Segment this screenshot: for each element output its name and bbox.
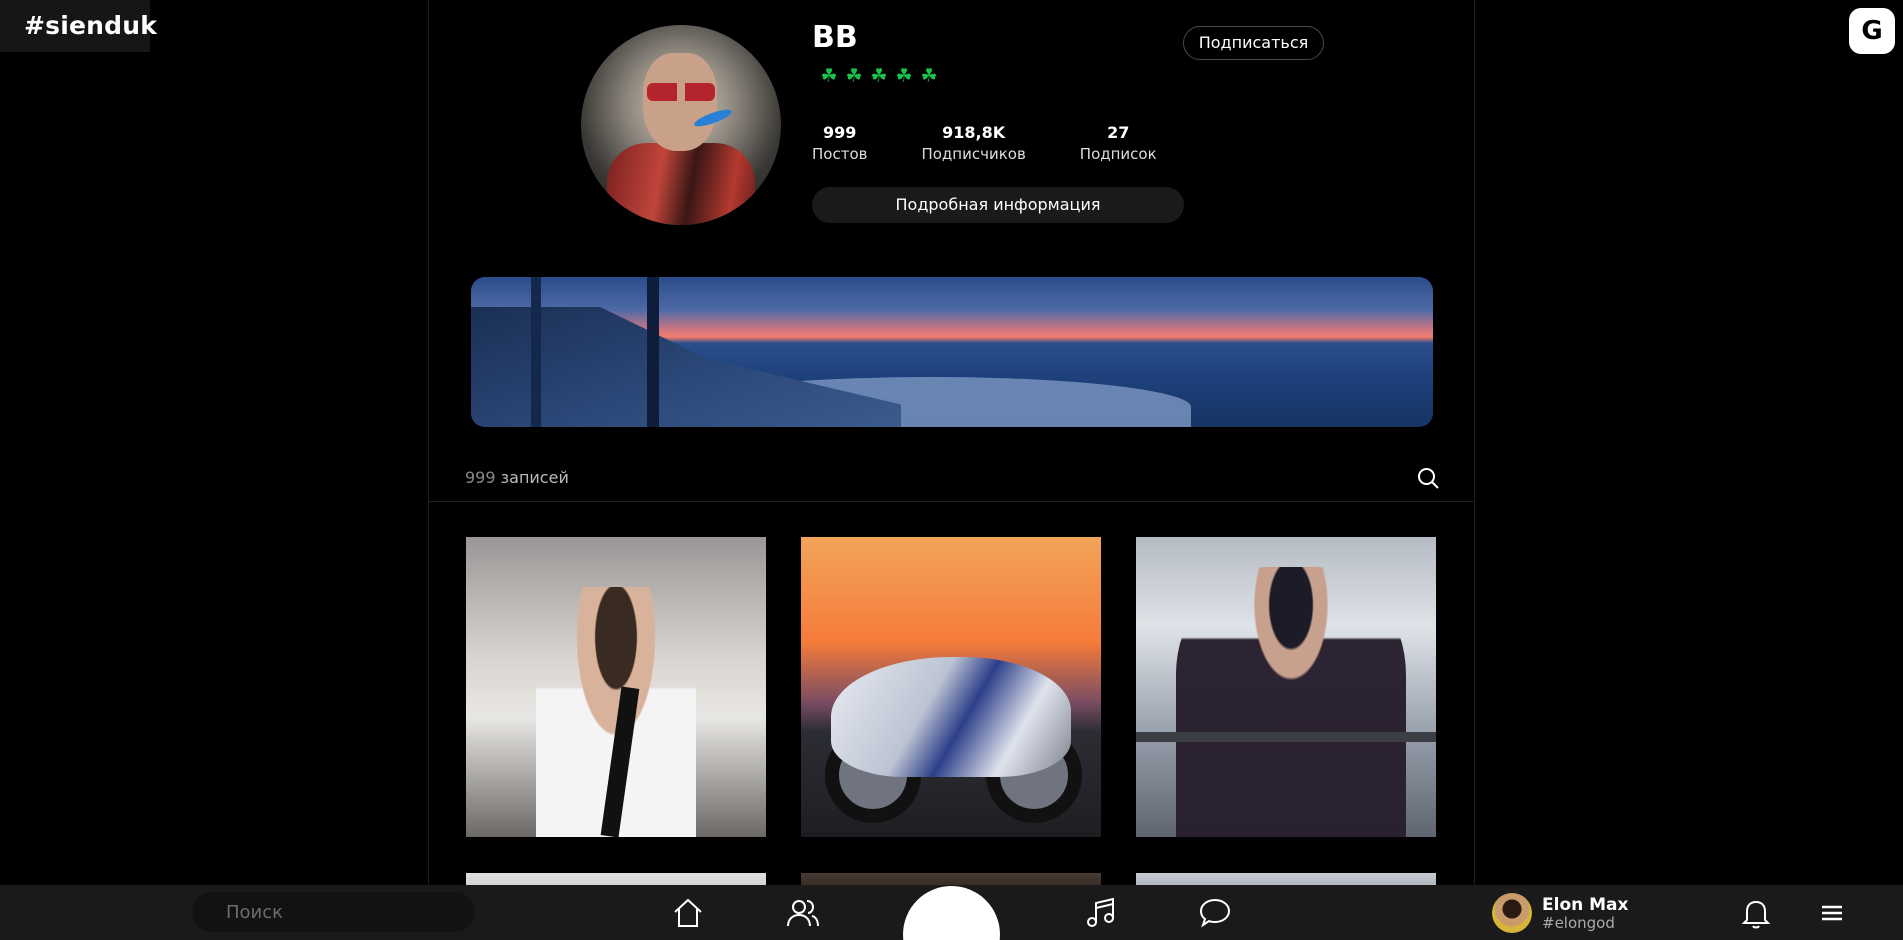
- friends-icon[interactable]: [786, 896, 820, 930]
- stat-value: 27: [1107, 123, 1130, 142]
- search-icon[interactable]: [1416, 466, 1440, 490]
- create-post-button[interactable]: [903, 886, 1000, 940]
- profile-column: BB ☘ ☘ ☘ ☘ ☘ Подписаться 999 Постов 918,…: [428, 0, 1475, 885]
- user-handle: #elongod: [1542, 913, 1615, 932]
- posts-bar: 999 записей: [429, 454, 1474, 502]
- avatar-jacket: [607, 143, 755, 225]
- posts-count-label: записей: [495, 468, 569, 487]
- posts-count-number: 999: [465, 468, 496, 487]
- user-name: Elon Max: [1542, 894, 1629, 915]
- site-tag[interactable]: #sienduk: [0, 0, 157, 52]
- avatar-glasses: [647, 83, 715, 101]
- clover-badges: ☘ ☘ ☘ ☘ ☘: [819, 66, 939, 86]
- chat-icon[interactable]: [1198, 896, 1232, 930]
- profile-name: BB: [812, 20, 858, 55]
- stat-label: Подписчиков: [921, 145, 1026, 163]
- profile-stats: 999 Постов 918,8K Подписчиков 27 Подписо…: [812, 123, 1211, 163]
- banner-tree: [647, 277, 659, 427]
- user-avatar: [1492, 893, 1532, 933]
- banner-tree: [531, 277, 541, 427]
- stat-label: Подписок: [1079, 145, 1157, 163]
- stat-posts[interactable]: 999 Постов: [812, 123, 867, 163]
- home-icon[interactable]: [671, 896, 705, 930]
- current-user[interactable]: Elon Max #elongod: [1492, 892, 1629, 934]
- music-icon[interactable]: [1084, 896, 1118, 930]
- profile-avatar: [581, 25, 781, 225]
- clover-icon: ☘: [870, 65, 888, 87]
- post-thumbnail[interactable]: [801, 537, 1101, 837]
- post-image-content: [1136, 732, 1436, 742]
- user-text: Elon Max #elongod: [1542, 895, 1629, 932]
- stat-followers[interactable]: 918,8K Подписчиков: [921, 123, 1025, 163]
- detailed-info-button[interactable]: Подробная информация: [812, 187, 1184, 223]
- menu-icon[interactable]: [1815, 896, 1849, 930]
- stat-following[interactable]: 27 Подписок: [1080, 123, 1157, 163]
- bottom-nav-bar: Elon Max #elongod: [0, 885, 1903, 940]
- corner-badge[interactable]: G: [1849, 8, 1895, 54]
- post-thumbnail[interactable]: [466, 537, 766, 837]
- post-image-content: [1176, 567, 1406, 837]
- stat-label: Постов: [812, 145, 868, 163]
- posts-count: 999 записей: [465, 468, 569, 487]
- posts-grid: [466, 537, 1436, 885]
- clover-icon: ☘: [920, 65, 938, 87]
- bell-icon[interactable]: [1739, 896, 1773, 930]
- clover-icon: ☘: [895, 65, 913, 87]
- clover-icon: ☘: [820, 65, 838, 87]
- stat-value: 918,8K: [942, 123, 1006, 142]
- post-thumbnail[interactable]: [1136, 873, 1436, 885]
- profile-banner: [471, 277, 1433, 427]
- post-thumbnail[interactable]: [466, 873, 766, 885]
- clover-icon: ☘: [845, 65, 863, 87]
- post-image-content: [831, 657, 1071, 777]
- avatar-face: [643, 53, 717, 151]
- search-input[interactable]: [192, 892, 475, 932]
- stat-value: 999: [823, 123, 857, 142]
- post-thumbnail[interactable]: [1136, 537, 1436, 837]
- post-thumbnail[interactable]: [801, 873, 1101, 885]
- follow-button[interactable]: Подписаться: [1183, 26, 1324, 60]
